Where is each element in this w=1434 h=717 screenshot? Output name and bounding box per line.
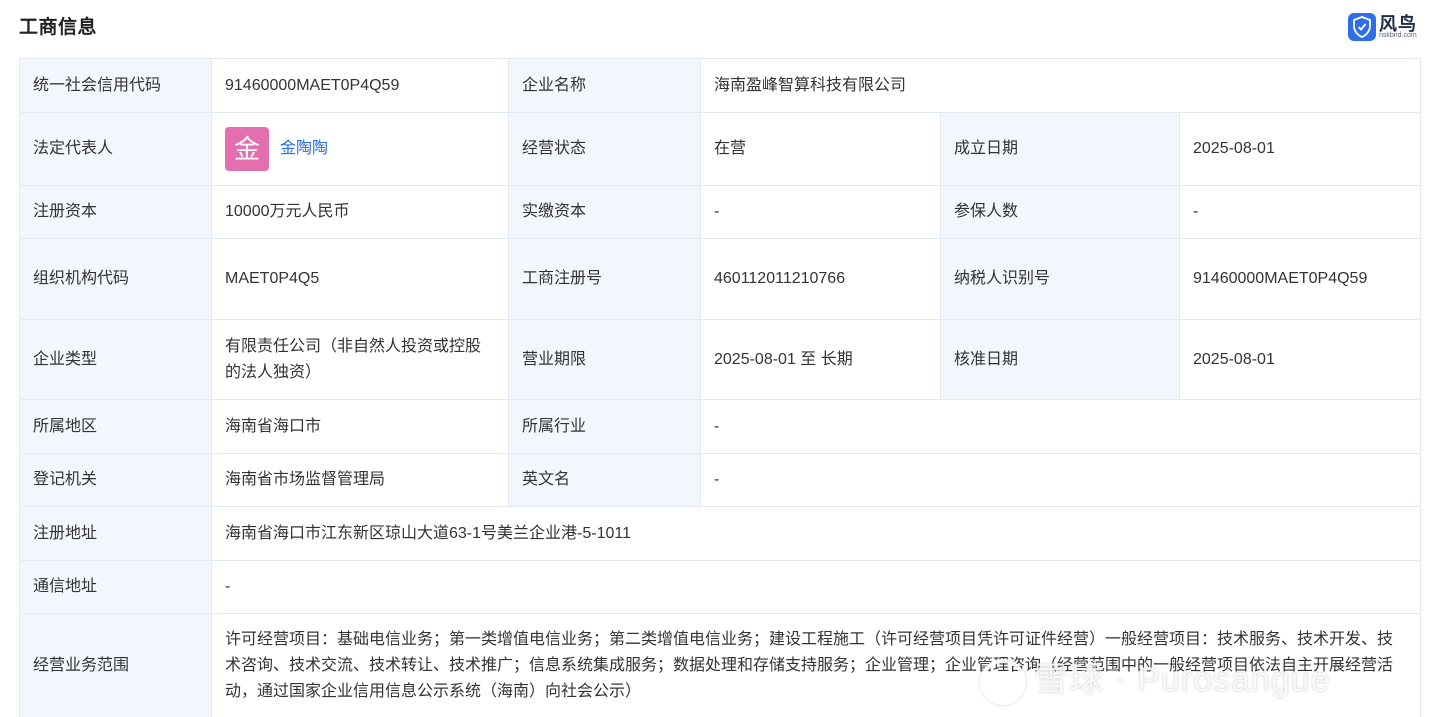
org-code-value: MAET0P4Q5 <box>211 238 509 320</box>
status-label: 经营状态 <box>508 112 701 186</box>
insured-value: - <box>1178 185 1422 239</box>
authority-label: 登记机关 <box>19 453 212 507</box>
status-value: 在营 <box>700 112 941 186</box>
registered-capital-value: 10000万元人民币 <box>211 185 509 239</box>
section-title: 工商信息 <box>19 17 98 38</box>
region-label: 所属地区 <box>19 399 212 454</box>
legal-rep-cell: 金 金陶陶 <box>211 112 509 186</box>
english-name-label: 英文名 <box>508 453 701 507</box>
table-row: 注册资本 10000万元人民币 实缴资本 - 参保人数 - <box>19 185 1422 239</box>
paid-capital-label: 实缴资本 <box>508 185 701 239</box>
uscc-value: 91460000MAET0P4Q59 <box>211 58 509 113</box>
region-value: 海南省海口市 <box>211 399 509 454</box>
registered-capital-label: 注册资本 <box>19 185 212 239</box>
company-type-value: 有限责任公司（非自然人投资或控股的法人独资） <box>211 319 509 400</box>
business-scope-label: 经营业务范围 <box>19 613 212 717</box>
taxpayer-id-label: 纳税人识别号 <box>940 238 1180 320</box>
table-row: 企业类型 有限责任公司（非自然人投资或控股的法人独资） 营业期限 2025-08… <box>19 319 1422 400</box>
taxpayer-id-value: 91460000MAET0P4Q59 <box>1178 238 1422 320</box>
table-row: 组织机构代码 MAET0P4Q5 工商注册号 460112011210766 纳… <box>19 238 1422 320</box>
industry-label: 所属行业 <box>508 399 701 454</box>
contact-address-label: 通信地址 <box>19 560 212 614</box>
insured-label: 参保人数 <box>940 185 1180 239</box>
legal-rep-link[interactable]: 金陶陶 <box>280 136 328 162</box>
reg-number-label: 工商注册号 <box>508 238 701 320</box>
uscc-label: 统一社会信用代码 <box>19 58 212 113</box>
business-info-table: 统一社会信用代码 91460000MAET0P4Q59 企业名称 海南盈峰智算科… <box>19 58 1422 717</box>
table-row: 经营业务范围 许可经营项目：基础电信业务；第一类增值电信业务；第二类增值电信业务… <box>19 613 1422 717</box>
english-name-value: - <box>699 453 1422 507</box>
company-name-value: 海南盈峰智算科技有限公司 <box>699 58 1422 113</box>
table-row: 法定代表人 金 金陶陶 经营状态 在营 成立日期 2025-08-01 <box>19 112 1422 186</box>
business-term-label: 营业期限 <box>508 319 701 400</box>
reg-address-value: 海南省海口市江东新区琼山大道63-1号美兰企业港-5-1011 <box>210 506 1422 561</box>
industry-value: - <box>699 399 1422 454</box>
reg-number-value: 460112011210766 <box>700 238 941 320</box>
paid-capital-value: - <box>700 185 941 239</box>
established-value: 2025-08-01 <box>1178 112 1422 186</box>
brand-url: riskbird.com <box>1379 32 1417 39</box>
org-code-label: 组织机构代码 <box>19 238 212 320</box>
brand-logo[interactable]: 风鸟 riskbird.com <box>1348 11 1428 43</box>
business-scope-value: 许可经营项目：基础电信业务；第一类增值电信业务；第二类增值电信业务；建设工程施工… <box>210 613 1422 717</box>
shield-icon <box>1348 13 1376 41</box>
section-header: 工商信息 风鸟 riskbird.com <box>0 0 1434 58</box>
company-type-label: 企业类型 <box>19 319 212 400</box>
contact-address-value: - <box>210 560 1422 614</box>
company-name-label: 企业名称 <box>508 58 701 113</box>
table-row: 统一社会信用代码 91460000MAET0P4Q59 企业名称 海南盈峰智算科… <box>19 58 1422 113</box>
table-row: 登记机关 海南省市场监督管理局 英文名 - <box>19 453 1422 507</box>
authority-value: 海南省市场监督管理局 <box>211 453 509 507</box>
table-row: 注册地址 海南省海口市江东新区琼山大道63-1号美兰企业港-5-1011 <box>19 506 1422 561</box>
legal-rep-label: 法定代表人 <box>19 112 212 186</box>
approval-date-value: 2025-08-01 <box>1178 319 1422 400</box>
approval-date-label: 核准日期 <box>940 319 1180 400</box>
established-label: 成立日期 <box>940 112 1180 186</box>
table-row: 所属地区 海南省海口市 所属行业 - <box>19 399 1422 454</box>
business-term-value: 2025-08-01 至 长期 <box>700 319 941 400</box>
avatar: 金 <box>225 127 269 171</box>
table-row: 通信地址 - <box>19 560 1422 614</box>
reg-address-label: 注册地址 <box>19 506 212 561</box>
